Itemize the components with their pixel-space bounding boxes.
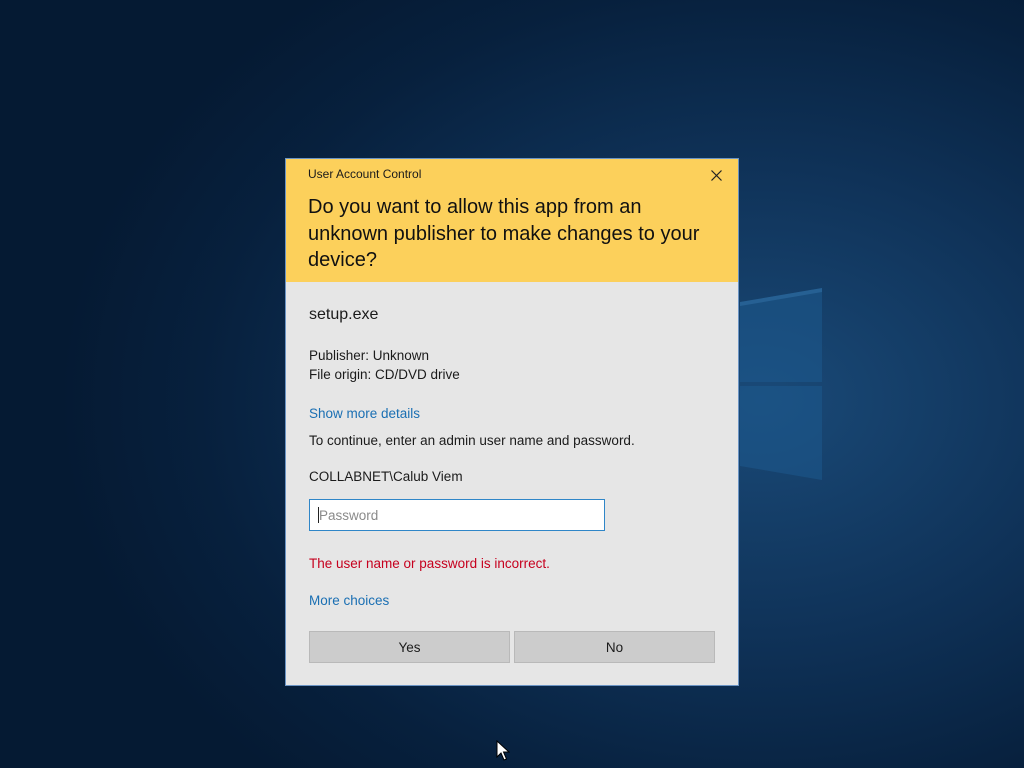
instructions-text: To continue, enter an admin user name an… [309, 433, 635, 448]
close-button[interactable] [704, 165, 728, 185]
dialog-question: Do you want to allow this app from an un… [308, 196, 700, 271]
text-caret [318, 507, 319, 523]
error-message: The user name or password is incorrect. [309, 556, 550, 571]
no-button[interactable]: No [514, 631, 715, 663]
publisher-text: Publisher: Unknown [309, 348, 430, 363]
more-choices-link[interactable]: More choices [309, 593, 389, 608]
dialog-title: User Account Control [308, 167, 422, 181]
close-icon [710, 169, 722, 181]
yes-button[interactable]: Yes [309, 631, 510, 663]
desktop-background: User Account Control Do you want to allo… [0, 0, 1024, 768]
file-origin-text: File origin: CD/DVD drive [309, 367, 460, 382]
mouse-pointer-icon [496, 740, 510, 761]
windows-logo-icon [740, 288, 822, 480]
username-text: COLLABNET\Calub Viem [309, 469, 463, 484]
password-input[interactable] [309, 499, 605, 531]
show-more-details-link[interactable]: Show more details [309, 406, 420, 421]
dialog-header: User Account Control Do you want to allo… [286, 159, 738, 282]
uac-dialog: User Account Control Do you want to allo… [285, 158, 739, 686]
app-name: setup.exe [309, 306, 379, 323]
